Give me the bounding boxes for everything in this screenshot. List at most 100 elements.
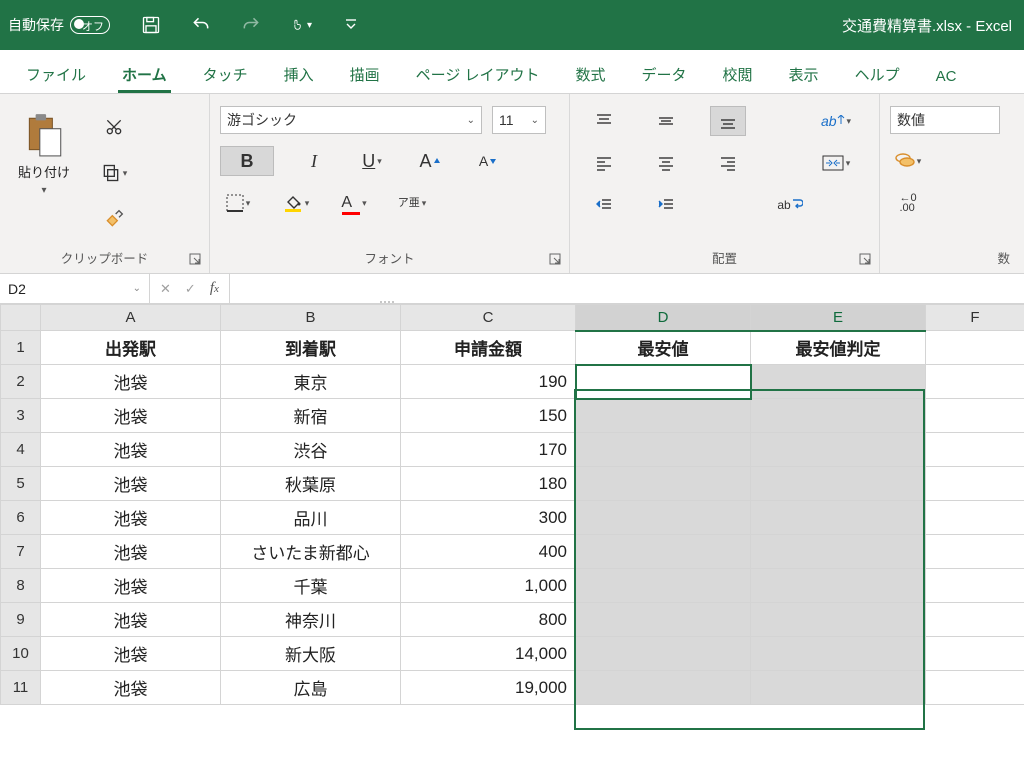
tab-formulas[interactable]: 数式 <box>558 54 624 93</box>
align-left-icon[interactable] <box>586 148 622 178</box>
align-middle-icon[interactable] <box>648 106 684 136</box>
cell[interactable] <box>926 637 1024 671</box>
formula-input[interactable] <box>230 274 1024 303</box>
table-row[interactable]: 11池袋広島19,000 <box>1 671 1024 705</box>
row-header[interactable]: 10 <box>1 637 41 671</box>
cell[interactable] <box>926 603 1024 637</box>
align-center-icon[interactable] <box>648 148 684 178</box>
col-header-F[interactable]: F <box>926 305 1024 331</box>
cell[interactable] <box>926 365 1024 399</box>
cell[interactable]: 到着駅 <box>221 331 401 365</box>
cell[interactable] <box>926 671 1024 705</box>
cell[interactable]: 神奈川 <box>221 603 401 637</box>
tab-insert[interactable]: 挿入 <box>266 54 332 93</box>
tab-help[interactable]: ヘルプ <box>837 54 918 93</box>
cell[interactable] <box>926 433 1024 467</box>
insert-function-icon[interactable]: fx <box>210 280 219 297</box>
cell[interactable] <box>926 399 1024 433</box>
wrap-text-icon[interactable]: ab <box>772 190 808 220</box>
row-header[interactable]: 11 <box>1 671 41 705</box>
increase-font-icon[interactable]: A <box>412 146 448 176</box>
cell[interactable] <box>751 365 926 399</box>
cell[interactable]: 新大阪 <box>221 637 401 671</box>
cancel-icon[interactable]: ✕ <box>160 281 171 297</box>
cell[interactable] <box>751 535 926 569</box>
cell[interactable]: 渋谷 <box>221 433 401 467</box>
tab-draw[interactable]: 描画 <box>332 54 398 93</box>
cell[interactable] <box>576 501 751 535</box>
cell[interactable]: 池袋 <box>41 569 221 603</box>
orientation-icon[interactable]: ab▾ <box>818 106 854 136</box>
table-row[interactable]: 4池袋渋谷170 <box>1 433 1024 467</box>
row-header[interactable]: 1 <box>1 331 41 365</box>
increase-indent-icon[interactable] <box>648 190 684 220</box>
copy-icon[interactable]: ▾ <box>96 158 132 188</box>
table-row[interactable]: 2池袋東京190 <box>1 365 1024 399</box>
cell[interactable]: 池袋 <box>41 433 221 467</box>
table-row[interactable]: 5池袋秋葉原180 <box>1 467 1024 501</box>
cell[interactable]: 品川 <box>221 501 401 535</box>
cell[interactable] <box>751 671 926 705</box>
cell[interactable] <box>751 603 926 637</box>
decrease-decimal-icon[interactable]: ←0.00 <box>890 188 926 218</box>
row-header[interactable]: 3 <box>1 399 41 433</box>
decrease-font-icon[interactable]: A <box>470 146 506 176</box>
font-color-icon[interactable]: A▾ <box>336 188 372 218</box>
cell[interactable]: 出発駅 <box>41 331 221 365</box>
col-header-C[interactable]: C <box>401 305 576 331</box>
cell[interactable] <box>926 467 1024 501</box>
phonetic-guide-icon[interactable]: ア亜▾ <box>394 188 430 218</box>
active-cell[interactable] <box>576 365 751 399</box>
cell[interactable] <box>576 637 751 671</box>
column-headers[interactable]: A B C D E F <box>1 305 1024 331</box>
number-format-select[interactable]: 数値 <box>890 106 1000 134</box>
col-header-E[interactable]: E <box>751 305 926 331</box>
cell[interactable] <box>576 535 751 569</box>
cell[interactable] <box>751 569 926 603</box>
qat-customize-icon[interactable] <box>340 14 362 36</box>
underline-button[interactable]: U▾ <box>354 146 390 176</box>
tab-touch[interactable]: タッチ <box>185 54 266 93</box>
format-painter-icon[interactable] <box>96 204 132 234</box>
row-header[interactable]: 4 <box>1 433 41 467</box>
name-box[interactable]: D2⌄ <box>0 274 150 303</box>
paste-button[interactable]: 貼り付け ▾ <box>10 108 78 200</box>
col-header-B[interactable]: B <box>221 305 401 331</box>
clipboard-launcher-icon[interactable] <box>189 253 203 267</box>
touch-mode-icon[interactable]: ▾ <box>290 14 312 36</box>
borders-icon[interactable]: ▾ <box>220 188 256 218</box>
cell[interactable]: 池袋 <box>41 399 221 433</box>
alignment-launcher-icon[interactable] <box>859 253 873 267</box>
cell[interactable]: 190 <box>401 365 576 399</box>
cell[interactable] <box>751 637 926 671</box>
decrease-indent-icon[interactable] <box>586 190 622 220</box>
table-row[interactable]: 10池袋新大阪14,000 <box>1 637 1024 671</box>
cell[interactable] <box>926 569 1024 603</box>
save-icon[interactable] <box>140 14 162 36</box>
tab-more[interactable]: AC <box>918 58 975 93</box>
font-launcher-icon[interactable] <box>549 253 563 267</box>
cell[interactable]: 申請金額 <box>401 331 576 365</box>
cell[interactable]: 400 <box>401 535 576 569</box>
cell[interactable]: 1,000 <box>401 569 576 603</box>
italic-button[interactable]: I <box>296 146 332 176</box>
accounting-format-icon[interactable]: ▾ <box>890 146 926 176</box>
cell[interactable]: 新宿 <box>221 399 401 433</box>
cell[interactable] <box>576 467 751 501</box>
cell[interactable]: 800 <box>401 603 576 637</box>
table-row[interactable]: 9池袋神奈川800 <box>1 603 1024 637</box>
align-bottom-icon[interactable] <box>710 106 746 136</box>
cell[interactable]: 180 <box>401 467 576 501</box>
cell[interactable] <box>576 569 751 603</box>
cell[interactable]: 千葉 <box>221 569 401 603</box>
cell[interactable] <box>576 603 751 637</box>
select-all-corner[interactable] <box>1 305 41 331</box>
cell[interactable]: 広島 <box>221 671 401 705</box>
table-row[interactable]: 8池袋千葉1,000 <box>1 569 1024 603</box>
col-header-A[interactable]: A <box>41 305 221 331</box>
enter-icon[interactable]: ✓ <box>185 281 196 297</box>
cut-icon[interactable] <box>96 112 132 142</box>
cell[interactable] <box>751 501 926 535</box>
cell[interactable]: 池袋 <box>41 637 221 671</box>
row-header[interactable]: 2 <box>1 365 41 399</box>
